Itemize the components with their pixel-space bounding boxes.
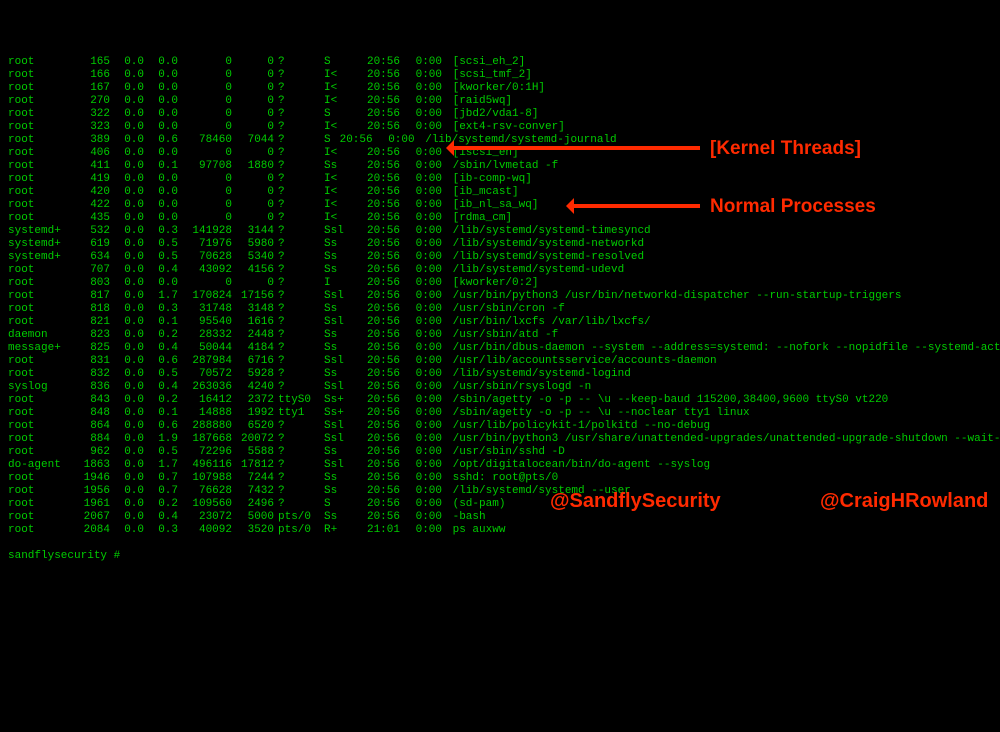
process-row: root8170.01.717082417156?Ssl20:560:00 /u… bbox=[8, 290, 992, 303]
process-row: root8310.00.62879846716?Ssl20:560:00 /us… bbox=[8, 355, 992, 368]
process-row: root8430.00.2164122372ttyS0Ss+20:560:00 … bbox=[8, 394, 992, 407]
process-row: root4190.00.000?I<20:560:00 [ib-comp-wq] bbox=[8, 173, 992, 186]
arrow-kernel bbox=[450, 146, 700, 150]
process-row: root3220.00.000?S20:560:00 [jbd2/vda1-8] bbox=[8, 108, 992, 121]
process-row: root8840.01.918766820072?Ssl20:560:00 /u… bbox=[8, 433, 992, 446]
process-row: root3230.00.000?I<20:560:00 [ext4-rsv-co… bbox=[8, 121, 992, 134]
terminal-output: root1650.00.000?S20:560:00 [scsi_eh_2]ro… bbox=[8, 56, 992, 537]
process-row: root2700.00.000?I<20:560:00 [raid5wq] bbox=[8, 95, 992, 108]
process-row: root7070.00.4430924156?Ss20:560:00 /lib/… bbox=[8, 264, 992, 277]
process-row: root1670.00.000?I<20:560:00 [kworker/0:1… bbox=[8, 82, 992, 95]
process-row: root19460.00.71079887244?Ss20:560:00 ssh… bbox=[8, 472, 992, 485]
process-row: message+8250.00.4500444184?Ss20:560:00 /… bbox=[8, 342, 992, 355]
handle-craig: @CraigHRowland bbox=[820, 490, 988, 513]
annotation-kernel-threads: [Kernel Threads] bbox=[710, 138, 861, 160]
process-row: root8480.00.1148881992tty1Ss+20:560:00 /… bbox=[8, 407, 992, 420]
process-row: root8210.00.1955401616?Ssl20:560:00 /usr… bbox=[8, 316, 992, 329]
process-row: systemd+5320.00.31419283144?Ssl20:560:00… bbox=[8, 225, 992, 238]
process-row: daemon8230.00.2283322448?Ss20:560:00 /us… bbox=[8, 329, 992, 342]
process-row: root1660.00.000?I<20:560:00 [scsi_tmf_2] bbox=[8, 69, 992, 82]
process-row: root8180.00.3317483148?Ss20:560:00 /usr/… bbox=[8, 303, 992, 316]
process-row: root8640.00.62888806520?Ssl20:560:00 /us… bbox=[8, 420, 992, 433]
process-row: root8320.00.5705725928?Ss20:560:00 /lib/… bbox=[8, 368, 992, 381]
shell-prompt[interactable]: sandflysecurity # bbox=[8, 550, 120, 562]
arrow-normal bbox=[570, 204, 700, 208]
process-row: systemd+6340.00.5706285340?Ss20:560:00 /… bbox=[8, 251, 992, 264]
process-row: root4110.00.1977081880?Ss20:560:00 /sbin… bbox=[8, 160, 992, 173]
process-row: syslog8360.00.42630364240?Ssl20:560:00 /… bbox=[8, 381, 992, 394]
process-row: root1650.00.000?S20:560:00 [scsi_eh_2] bbox=[8, 56, 992, 69]
process-row: root9620.00.5722965588?Ss20:560:00 /usr/… bbox=[8, 446, 992, 459]
process-row: root20840.00.3400923520pts/0R+21:010:00 … bbox=[8, 524, 992, 537]
handle-sandfly: @SandflySecurity bbox=[550, 490, 721, 513]
process-row: systemd+6190.00.5719765980?Ss20:560:00 /… bbox=[8, 238, 992, 251]
process-row: root8030.00.000?I20:560:00 [kworker/0:2] bbox=[8, 277, 992, 290]
annotation-normal-processes: Normal Processes bbox=[710, 196, 876, 218]
process-row: do-agent18630.01.749611617812?Ssl20:560:… bbox=[8, 459, 992, 472]
